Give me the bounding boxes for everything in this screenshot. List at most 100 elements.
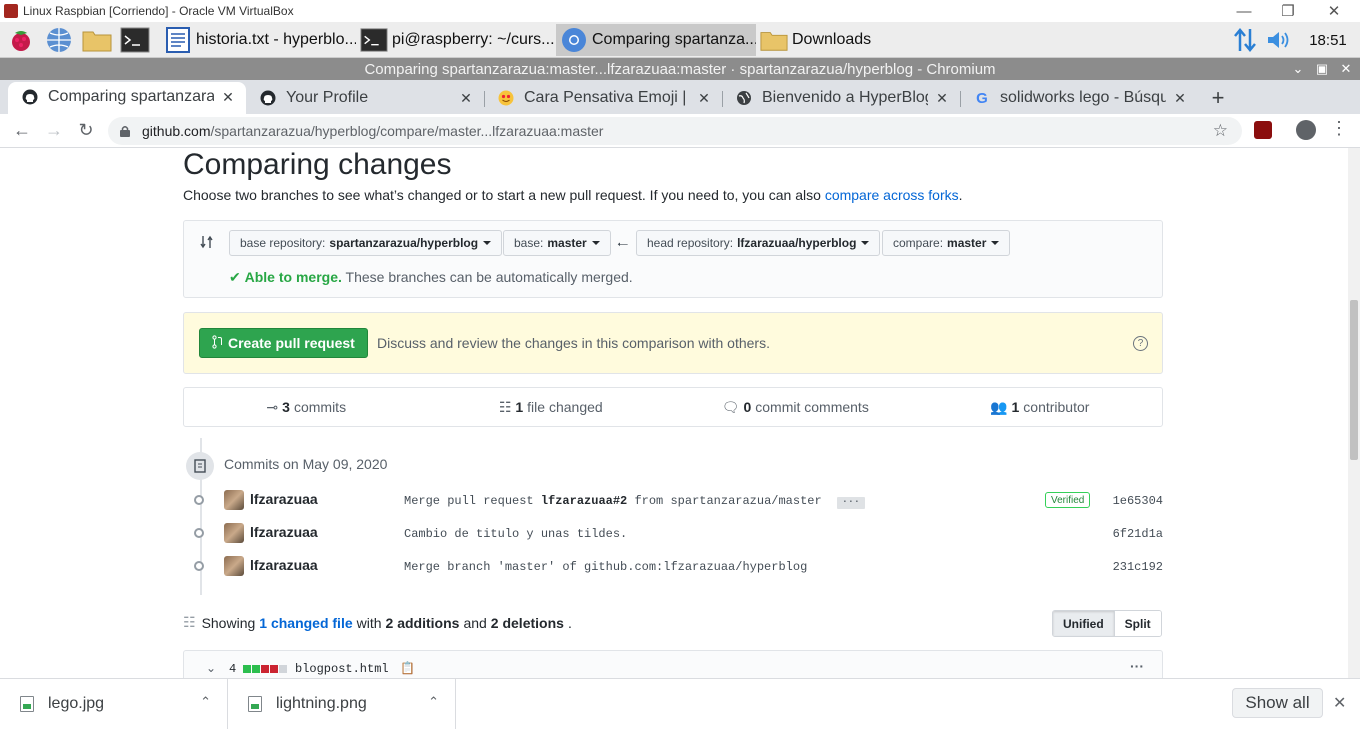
image-file-icon	[248, 695, 262, 712]
task-chromium[interactable]: Comparing spartanza...	[556, 23, 756, 56]
commit-sha-link[interactable]: 1e65304	[1113, 494, 1163, 508]
tab-emoji[interactable]: Cara Pensativa Emoji | ✕	[484, 82, 722, 114]
diff-count: 4	[229, 662, 237, 676]
pull-request-icon	[212, 334, 224, 352]
head-repository-select[interactable]: head repository: lfzarazuaa/hyperblog	[636, 230, 881, 256]
more-options-icon[interactable]: ···	[1130, 658, 1144, 674]
commit-sha-link[interactable]: 6f21d1a	[1113, 527, 1163, 541]
close-tab-icon[interactable]: ✕	[934, 90, 950, 106]
commit-message[interactable]: Merge branch 'master' of github.com:lfza…	[404, 560, 807, 574]
unified-view-button[interactable]: Unified	[1053, 611, 1115, 636]
task-label: pi@raspberry: ~/curs...	[392, 30, 555, 48]
chevron-down-icon[interactable]: ⌄	[1287, 58, 1309, 80]
close-icon[interactable]: ✕	[1314, 0, 1354, 22]
avatar[interactable]	[224, 490, 244, 510]
commit-icon: ⊸	[266, 398, 279, 415]
pr-reference-link[interactable]: lfzarazuaa#2	[541, 494, 627, 508]
commit-message[interactable]: Cambio de titulo y unas tildes.	[404, 527, 627, 541]
commit-author[interactable]: lfzarazuaa	[250, 524, 318, 540]
chromium-icon	[562, 27, 586, 52]
minimize-icon[interactable]: —	[1224, 0, 1264, 22]
reload-icon[interactable]: ↻	[70, 117, 102, 145]
chevron-down-icon[interactable]: ⌄	[206, 661, 216, 675]
tab-strip: Comparing spartanzaraz ✕ Your Profile ✕ …	[0, 80, 1360, 114]
download-item[interactable]: lightning.png ⌃	[228, 678, 456, 729]
diffstat-bar	[243, 665, 288, 673]
menu-dots-icon[interactable]: ⋮	[1330, 118, 1348, 139]
volume-icon[interactable]	[1262, 29, 1296, 51]
compare-branch-select[interactable]: compare: master	[882, 230, 1011, 256]
select-label: compare:	[893, 236, 944, 250]
close-tab-icon[interactable]: ✕	[696, 90, 712, 106]
globe-icon	[736, 90, 752, 106]
commit-author[interactable]: lfzarazuaa	[250, 557, 318, 573]
commit-row: lfzarazuaa Merge pull request lfzarazuaa…	[183, 485, 1163, 515]
commits-tab[interactable]: ⊸ 3 commits	[184, 388, 429, 426]
avatar[interactable]	[224, 523, 244, 543]
show-all-button[interactable]: Show all	[1232, 688, 1323, 718]
network-icon[interactable]	[1228, 27, 1262, 53]
close-icon[interactable]: ✕	[1335, 58, 1357, 80]
text-editor-icon	[166, 26, 190, 53]
compare-forks-link[interactable]: compare across forks	[825, 187, 959, 203]
task-label: Comparing spartanza...	[592, 30, 756, 48]
github-page: Comparing changes Choose two branches to…	[0, 148, 1348, 678]
chevron-up-icon[interactable]: ⌃	[428, 694, 439, 710]
base-repository-select[interactable]: base repository: spartanzarazua/hyperblog	[229, 230, 503, 256]
download-item[interactable]: lego.jpg ⌃	[0, 678, 228, 729]
commit-author[interactable]: lfzarazuaa	[250, 491, 318, 507]
tab-hyperblog[interactable]: Bienvenido a HyperBlog ✕	[722, 82, 960, 114]
new-tab-button[interactable]: +	[1198, 82, 1238, 114]
download-filename: lightning.png	[276, 694, 367, 712]
chevron-up-icon[interactable]: ⌃	[200, 694, 211, 710]
maximize-icon[interactable]: ▣	[1311, 58, 1333, 80]
browser-toolbar: ← → ↻ github.com/spartanzarazua/hyperblo…	[0, 114, 1360, 148]
changed-files-link[interactable]: 1 changed file	[259, 615, 352, 631]
lock-icon	[108, 125, 142, 137]
raspberry-menu-icon[interactable]	[4, 23, 38, 57]
restore-icon[interactable]: ❐	[1268, 0, 1308, 22]
profile-icon[interactable]	[1296, 120, 1316, 140]
tab-your-profile[interactable]: Your Profile ✕	[246, 82, 484, 114]
expand-message-button[interactable]: ···	[836, 497, 865, 509]
clock: 18:51	[1309, 31, 1347, 49]
task-downloads[interactable]: Downloads	[756, 24, 956, 56]
tab-comparing[interactable]: Comparing spartanzaraz ✕	[8, 82, 246, 114]
back-icon[interactable]: ←	[6, 117, 38, 145]
ublock-extension-icon[interactable]	[1254, 121, 1272, 139]
address-bar[interactable]: github.com/spartanzarazua/hyperblog/comp…	[108, 117, 1242, 145]
page-scrollbar[interactable]	[1348, 148, 1360, 678]
scrollbar-thumb[interactable]	[1350, 300, 1358, 460]
people-icon: 👥	[990, 398, 1008, 415]
base-branch-select[interactable]: base: master	[503, 230, 611, 256]
bookmark-star-icon[interactable]: ☆	[1213, 121, 1228, 141]
task-terminal[interactable]: pi@raspberry: ~/curs...	[356, 24, 556, 56]
close-shelf-icon[interactable]: ✕	[1333, 693, 1346, 713]
contributors-tab[interactable]: 👥 1 contributor	[918, 388, 1163, 426]
commit-message[interactable]: Merge pull request lfzarazuaa#2 from spa…	[404, 494, 865, 509]
task-historia[interactable]: historia.txt - hyperblo...	[160, 24, 356, 56]
split-view-button[interactable]: Split	[1114, 611, 1161, 636]
verified-badge[interactable]: Verified	[1045, 492, 1091, 508]
caret-icon	[861, 241, 870, 245]
close-tab-icon[interactable]: ✕	[220, 89, 236, 105]
commit-sha-link[interactable]: 231c192	[1113, 560, 1163, 574]
terminal-icon[interactable]	[118, 23, 152, 57]
merge-status: ✔ Able to merge. These branches can be a…	[229, 269, 633, 286]
git-commit-group-icon	[186, 452, 214, 480]
avatar[interactable]	[224, 556, 244, 576]
create-pull-request-button[interactable]: Create pull request	[199, 328, 368, 358]
close-tab-icon[interactable]: ✕	[1172, 90, 1188, 106]
file-name-link[interactable]: blogpost.html	[295, 662, 389, 676]
web-browser-icon[interactable]	[42, 23, 76, 57]
tab-google[interactable]: G solidworks lego - Búsque ✕	[960, 82, 1198, 114]
file-manager-icon[interactable]	[80, 23, 114, 57]
commit-dot-icon	[194, 495, 204, 505]
close-tab-icon[interactable]: ✕	[458, 90, 474, 106]
help-icon[interactable]: ?	[1133, 336, 1148, 351]
forward-icon[interactable]: →	[38, 117, 70, 145]
clipboard-icon[interactable]: 📋	[400, 661, 415, 675]
commit-row: lfzarazuaa Merge branch 'master' of gith…	[183, 551, 1163, 581]
files-tab[interactable]: ☷ 1 file changed	[429, 388, 674, 426]
comments-tab[interactable]: 🗨 0 commit comments	[673, 388, 918, 426]
